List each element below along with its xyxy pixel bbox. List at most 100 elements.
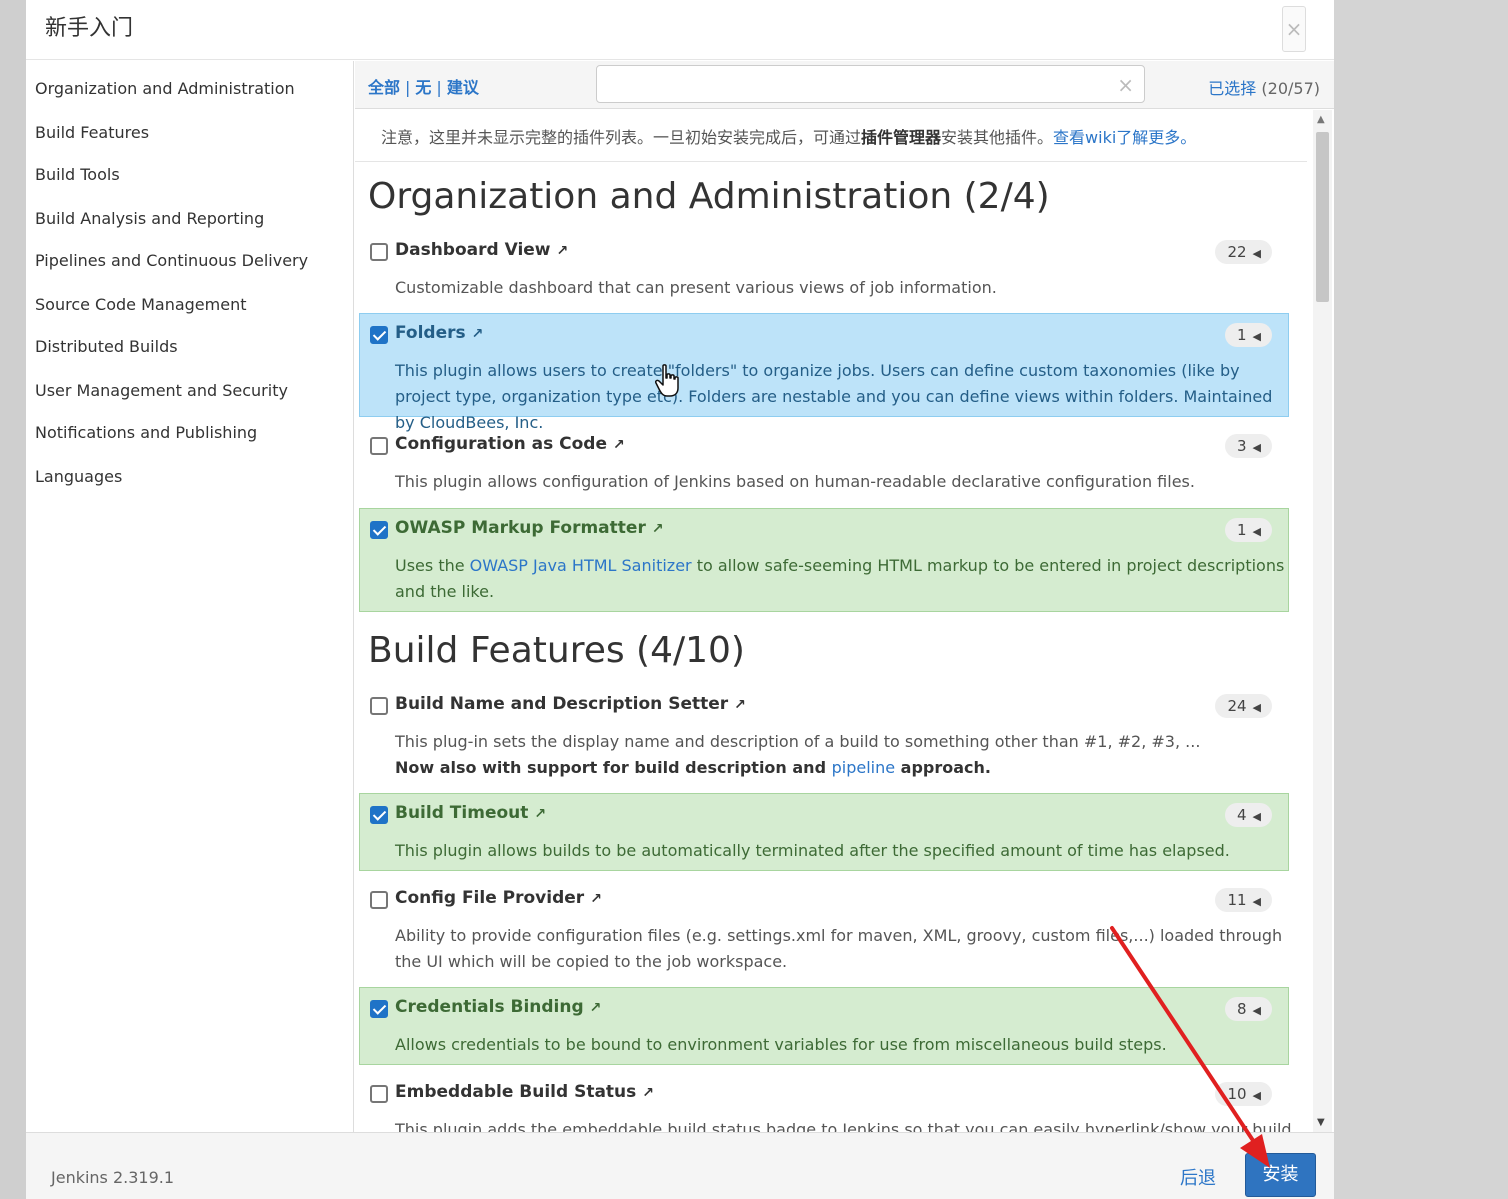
external-link-icon[interactable]: ↗ [652, 521, 664, 537]
separator: | [436, 78, 442, 97]
caret-left-icon: ◀ [1252, 247, 1261, 260]
clear-search-icon[interactable]: × [1117, 73, 1134, 97]
selected-count[interactable]: 已选择 (20/57) [1208, 75, 1320, 99]
plugin-name[interactable]: Dashboard View ↗ [395, 240, 568, 260]
sidebar-item-source-code-management[interactable]: Source Code Management [35, 295, 246, 314]
separator: | [405, 78, 411, 97]
dependency-count-badge[interactable]: 4 ◀ [1224, 803, 1272, 827]
plugin-item-build-timeout[interactable]: Build Timeout ↗ 4 ◀ This plugin allows bui… [359, 793, 1289, 871]
caret-left-icon: ◀ [1252, 1089, 1261, 1102]
owasp-sanitizer-link[interactable]: OWASP Java HTML Sanitizer [470, 556, 692, 575]
plugin-item-folders[interactable]: Folders ↗ 1 ◀ This plugin allows users to … [359, 313, 1289, 432]
plugin-item-credentials-binding[interactable]: Credentials Binding ↗ 8 ◀ Allows credentia… [359, 987, 1289, 1065]
plugin-name[interactable]: Build Timeout ↗ [395, 803, 546, 823]
close-button[interactable]: × [1282, 6, 1306, 52]
plugin-list-notice: 注意，这里并未显示完整的插件列表。一旦初始安装完成后，可通过插件管理器安装其他插… [355, 110, 1307, 162]
section-title-build-features: Build Features (4/10) [368, 630, 745, 671]
sidebar-item-build-features[interactable]: Build Features [35, 123, 149, 142]
sidebar-item-user-management-and-security[interactable]: User Management and Security [35, 381, 288, 400]
section-title-organization-and-administration: Organization and Administration (2/4) [368, 176, 1050, 217]
select-suggested-link[interactable]: 建议 [447, 78, 479, 97]
install-button[interactable]: 安装 [1245, 1153, 1316, 1197]
external-link-icon[interactable]: ↗ [557, 243, 569, 259]
external-link-icon[interactable]: ↗ [590, 891, 602, 907]
setup-wizard-dialog: 新手入门 × Organization and Administration B… [26, 0, 1334, 1199]
plugin-name[interactable]: Config File Provider ↗ [395, 888, 602, 908]
plugin-name[interactable]: Folders ↗ [395, 323, 483, 343]
plugin-checkbox[interactable] [370, 437, 388, 455]
plugin-checkbox[interactable] [370, 697, 388, 715]
plugin-checkbox[interactable] [370, 521, 388, 539]
plugin-checkbox[interactable] [370, 1085, 388, 1103]
plugin-description: Ability to provide configuration files (… [395, 926, 1283, 971]
sidebar-item-build-tools[interactable]: Build Tools [35, 165, 120, 184]
sidebar-item-build-analysis-and-reporting[interactable]: Build Analysis and Reporting [35, 209, 264, 228]
caret-left-icon: ◀ [1252, 1004, 1261, 1017]
caret-left-icon: ◀ [1252, 810, 1261, 823]
plugin-description: Uses the OWASP Java HTML Sanitizer to al… [395, 556, 1285, 601]
notice-text-end: 安装其他插件。 [941, 128, 1054, 147]
dialog-footer: Jenkins 2.319.1 后退 安装 [26, 1132, 1334, 1199]
plugin-checkbox[interactable] [370, 243, 388, 261]
select-none-link[interactable]: 无 [415, 78, 431, 97]
plugin-list: Organization and Administration (2/4) Da… [355, 162, 1313, 1132]
back-button[interactable]: 后退 [1180, 1164, 1216, 1190]
plugin-name[interactable]: Credentials Binding ↗ [395, 997, 601, 1017]
external-link-icon[interactable]: ↗ [613, 437, 625, 453]
plugin-checkbox[interactable] [370, 891, 388, 909]
dependency-count-badge[interactable]: 24 ◀ [1215, 694, 1272, 718]
plugin-item-owasp-markup-formatter[interactable]: OWASP Markup Formatter ↗ 1 ◀ Uses the OWAS… [359, 508, 1289, 612]
dependency-count-badge[interactable]: 8 ◀ [1224, 997, 1272, 1021]
external-link-icon[interactable]: ↗ [734, 697, 746, 713]
selection-links: 全部 | 无 | 建议 [368, 74, 479, 98]
notice-plugin-manager: 插件管理器 [861, 128, 942, 147]
pipeline-link[interactable]: pipeline [832, 758, 895, 777]
sidebar-item-pipelines-and-continuous-delivery[interactable]: Pipelines and Continuous Delivery [35, 251, 308, 270]
dependency-count-badge[interactable]: 10 ◀ [1215, 1082, 1272, 1106]
plugin-search-input[interactable] [597, 66, 1097, 102]
external-link-icon[interactable]: ↗ [642, 1085, 654, 1101]
content-scrollbar[interactable]: ▲ ▼ [1313, 110, 1332, 1132]
plugin-name[interactable]: Configuration as Code ↗ [395, 434, 625, 454]
dependency-count-badge[interactable]: 11 ◀ [1215, 888, 1272, 912]
external-link-icon[interactable]: ↗ [590, 1000, 602, 1016]
plugin-name[interactable]: Build Name and Description Setter ↗ [395, 694, 746, 714]
scroll-down-arrow-icon[interactable]: ▼ [1317, 1117, 1325, 1128]
plugin-item-dashboard-view[interactable]: Dashboard View ↗ 22 ◀ Customizable dashboa… [359, 230, 1289, 302]
hand-pointer-icon [655, 364, 679, 397]
selected-count-value: (20/57) [1261, 79, 1320, 98]
plugin-checkbox[interactable] [370, 326, 388, 344]
plugin-item-build-name-setter[interactable]: Build Name and Description Setter ↗ 24 ◀ T… [359, 684, 1289, 788]
plugin-description: This plugin allows builds to be automati… [395, 841, 1230, 860]
external-link-icon[interactable]: ↗ [472, 326, 484, 342]
caret-left-icon: ◀ [1252, 701, 1261, 714]
plugin-description: This plug-in sets the display name and d… [395, 732, 1201, 777]
sidebar-item-notifications-and-publishing[interactable]: Notifications and Publishing [35, 423, 257, 442]
plugin-checkbox[interactable] [370, 806, 388, 824]
wiki-link[interactable]: 查看wiki了解更多。 [1053, 128, 1196, 147]
select-all-link[interactable]: 全部 [368, 78, 400, 97]
selected-label: 已选择 [1208, 79, 1257, 98]
scroll-up-arrow-icon[interactable]: ▲ [1317, 114, 1325, 125]
plugin-name[interactable]: OWASP Markup Formatter ↗ [395, 518, 664, 538]
dependency-count-badge[interactable]: 22 ◀ [1215, 240, 1272, 264]
plugin-item-configuration-as-code[interactable]: Configuration as Code ↗ 3 ◀ This plugin al… [359, 424, 1289, 502]
scrollbar-thumb[interactable] [1316, 132, 1329, 302]
plugin-checkbox[interactable] [370, 1000, 388, 1018]
sidebar-item-organization-and-administration[interactable]: Organization and Administration [35, 79, 295, 98]
dependency-count-badge[interactable]: 3 ◀ [1224, 434, 1272, 458]
plugin-item-config-file-provider[interactable]: Config File Provider ↗ 11 ◀ Ability to pro… [359, 878, 1289, 982]
sidebar-item-languages[interactable]: Languages [35, 467, 122, 486]
plugin-description: Allows credentials to be bound to enviro… [395, 1035, 1167, 1054]
notice-text: 注意，这里并未显示完整的插件列表。一旦初始安装完成后，可通过 [381, 128, 862, 147]
plugin-name[interactable]: Embeddable Build Status ↗ [395, 1082, 654, 1102]
dependency-count-badge[interactable]: 1 ◀ [1224, 323, 1272, 347]
close-icon: × [1285, 17, 1303, 41]
sidebar-item-distributed-builds[interactable]: Distributed Builds [35, 337, 178, 356]
plugin-item-embeddable-build-status[interactable]: Embeddable Build Status ↗ 10 ◀ This plugin… [359, 1072, 1292, 1132]
plugin-description: Customizable dashboard that can present … [395, 278, 997, 297]
external-link-icon[interactable]: ↗ [534, 806, 546, 822]
dependency-count-badge[interactable]: 1 ◀ [1224, 518, 1272, 542]
plugin-search-box: × [596, 65, 1145, 103]
caret-left-icon: ◀ [1252, 525, 1261, 538]
